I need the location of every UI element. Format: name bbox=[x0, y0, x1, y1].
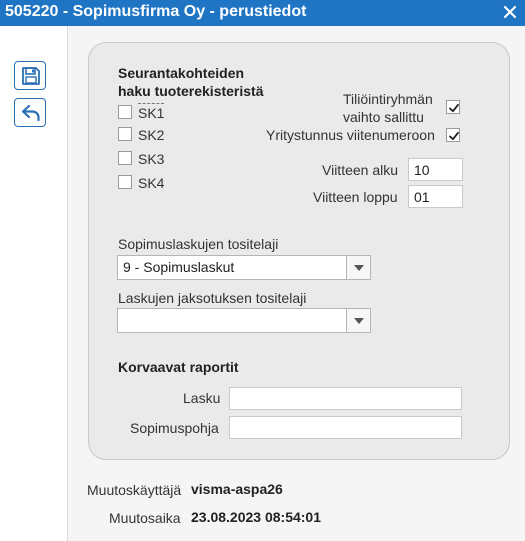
save-icon bbox=[22, 67, 40, 85]
contract-invoice-voucher-value: 9 - Sopimuslaskut bbox=[123, 259, 235, 275]
contract-template-input[interactable] bbox=[229, 416, 462, 439]
replacement-reports-heading: Korvaavat raportit bbox=[118, 359, 239, 375]
modified-time-value: 23.08.2023 08:54:01 bbox=[191, 509, 321, 525]
reference-start-input[interactable] bbox=[408, 158, 463, 181]
invoice-report-label: Lasku bbox=[183, 390, 221, 406]
invoice-accrual-voucher-label: Laskujen jaksotuksen tositelaji bbox=[118, 290, 307, 306]
checkmark-icon bbox=[449, 131, 459, 141]
sk3-checkbox[interactable] bbox=[118, 151, 132, 165]
business-id-reference-label: Yritystunnus viitenumeroon bbox=[266, 127, 435, 143]
sk1-label: SK1 bbox=[138, 103, 165, 121]
account-group-change-label-line2: vaihto sallittu bbox=[343, 109, 424, 125]
title-bar: 505220 - Sopimusfirma Oy - perustiedot bbox=[0, 0, 525, 26]
sk2-label: SK2 bbox=[138, 127, 165, 143]
invoice-report-input[interactable] bbox=[229, 387, 462, 410]
modified-by-value: visma-aspa26 bbox=[191, 481, 283, 497]
dropdown-arrow-button[interactable] bbox=[346, 309, 370, 332]
account-group-change-checkbox[interactable] bbox=[446, 100, 460, 114]
chevron-down-icon bbox=[354, 265, 364, 271]
undo-button[interactable] bbox=[14, 98, 46, 127]
modified-time-label: Muutosaika bbox=[109, 510, 181, 526]
reference-start-label: Viitteen alku bbox=[322, 162, 399, 178]
contract-invoice-voucher-label: Sopimuslaskujen tositelaji bbox=[118, 236, 279, 252]
window-title: 505220 - Sopimusfirma Oy - perustiedot bbox=[5, 3, 307, 20]
modified-by-label: Muutoskäyttäjä bbox=[87, 482, 182, 498]
contract-invoice-voucher-select[interactable]: 9 - Sopimuslaskut bbox=[117, 255, 371, 280]
invoice-accrual-voucher-select[interactable] bbox=[117, 308, 371, 333]
account-group-change-label-line1: Tiliöintiryhmän bbox=[343, 91, 433, 107]
close-icon[interactable] bbox=[501, 3, 519, 21]
sk4-label: SK4 bbox=[138, 175, 165, 191]
sk4-checkbox[interactable] bbox=[118, 175, 132, 189]
reference-end-input[interactable] bbox=[408, 185, 463, 208]
contract-template-label: Sopimuspohja bbox=[130, 420, 219, 436]
chevron-down-icon bbox=[354, 318, 364, 324]
business-id-reference-checkbox[interactable] bbox=[446, 128, 460, 142]
tracking-heading-line1: Seurantakohteiden bbox=[118, 65, 245, 81]
reference-end-label: Viitteen loppu bbox=[313, 189, 398, 205]
sk2-checkbox[interactable] bbox=[118, 127, 132, 141]
sk1-checkbox[interactable] bbox=[118, 105, 132, 119]
tracking-heading-line2: haku tuoterekisteristä bbox=[118, 83, 264, 99]
checkmark-icon bbox=[449, 103, 459, 113]
save-button[interactable] bbox=[14, 61, 46, 90]
undo-icon bbox=[21, 104, 40, 122]
dropdown-arrow-button[interactable] bbox=[346, 256, 370, 279]
sk3-label: SK3 bbox=[138, 151, 165, 167]
